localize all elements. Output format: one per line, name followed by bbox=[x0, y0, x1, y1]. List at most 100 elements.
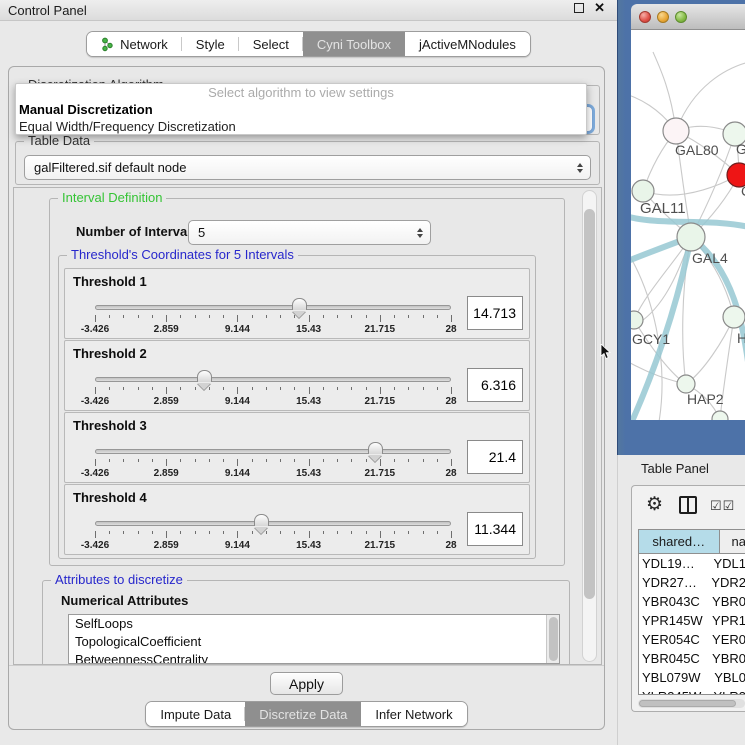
tick-label: 28 bbox=[445, 396, 456, 407]
threshold-slider[interactable] bbox=[95, 449, 451, 455]
float-window-icon[interactable] bbox=[574, 3, 584, 13]
number-of-intervals-label: Number of Intervals bbox=[76, 224, 198, 239]
list-scrollbar[interactable] bbox=[546, 615, 559, 663]
tab-discretize-data[interactable]: Discretize Data bbox=[245, 702, 361, 726]
control-panel-titlebar: Control Panel ✕ bbox=[0, 0, 617, 21]
slider-track[interactable] bbox=[95, 305, 451, 310]
tab-label: Network bbox=[120, 37, 168, 52]
tick-label: 21.715 bbox=[365, 468, 396, 479]
network-window-titlebar[interactable] bbox=[631, 4, 745, 30]
network-edge[interactable] bbox=[643, 175, 739, 195]
tick bbox=[351, 387, 352, 390]
dropdown-placeholder-item[interactable]: Select algorithm to view settings bbox=[16, 84, 586, 101]
tick bbox=[109, 387, 110, 390]
settings-vertical-scrollbar[interactable] bbox=[582, 190, 597, 662]
tick-label: 21.715 bbox=[365, 540, 396, 551]
list-item[interactable]: SelfLoops bbox=[69, 615, 559, 633]
scrollbar-thumb[interactable] bbox=[639, 700, 736, 707]
minimize-traffic-light-icon[interactable] bbox=[657, 11, 669, 23]
tick bbox=[437, 531, 438, 534]
close-icon[interactable]: ✕ bbox=[594, 3, 605, 13]
slider-thumb[interactable] bbox=[254, 514, 269, 526]
slider-track[interactable] bbox=[95, 449, 451, 454]
dropdown-option-manual[interactable]: Manual Discretization bbox=[16, 101, 586, 118]
slider-track[interactable] bbox=[95, 377, 451, 382]
network-graph[interactable]: GAL80GACGAL11GAL4GCY1HHAP2 bbox=[631, 30, 745, 420]
zoom-traffic-light-icon[interactable] bbox=[675, 11, 687, 23]
table-row[interactable]: YBR043CYBR0 bbox=[639, 592, 745, 611]
network-node-gal80[interactable] bbox=[663, 118, 689, 144]
tab-infer-network[interactable]: Infer Network bbox=[361, 702, 466, 726]
split-columns-icon[interactable] bbox=[679, 496, 697, 514]
top-tab-bar: Network StyleSelect Cyni Toolbox jActiveMNo… bbox=[0, 31, 617, 57]
list-item[interactable]: BetweennessCentrality bbox=[69, 651, 559, 664]
threshold-slider[interactable] bbox=[95, 305, 451, 311]
tab-style[interactable]: Style bbox=[182, 32, 239, 56]
column-header-shared[interactable]: shared… bbox=[639, 530, 720, 553]
table-row[interactable]: YER054CYER0 bbox=[639, 630, 745, 649]
node-label: GAL4 bbox=[692, 250, 728, 266]
threshold-slider[interactable] bbox=[95, 521, 451, 527]
slider-tick-labels: -3.4262.8599.14415.4321.71528 bbox=[95, 396, 451, 408]
node-attribute-table[interactable]: shared… na YDL19…YDL1YDR27…YDR2YBR043CYB… bbox=[638, 529, 745, 695]
list-item[interactable]: TopologicalCoefficient bbox=[69, 633, 559, 651]
tick bbox=[451, 531, 452, 538]
tick-label: -3.426 bbox=[81, 324, 109, 335]
network-edge[interactable] bbox=[676, 62, 745, 131]
network-view[interactable]: GAL80GACGAL11GAL4GCY1HHAP2 bbox=[631, 30, 745, 420]
gear-icon[interactable]: ⚙ bbox=[646, 493, 663, 516]
numerical-attributes-list[interactable]: SelfLoopsTopologicalCoefficientBetweenne… bbox=[68, 614, 560, 664]
table-row[interactable]: YPR145WYPR1 bbox=[639, 611, 745, 630]
table-row[interactable]: YLR345WYLR3 bbox=[639, 687, 745, 695]
checkbox-columns-icon[interactable]: ☑☑ bbox=[710, 498, 735, 514]
tick bbox=[451, 459, 452, 466]
node-label: HAP2 bbox=[687, 391, 724, 407]
tick bbox=[138, 531, 139, 534]
threshold-value-input[interactable]: 14.713 bbox=[467, 296, 523, 330]
slider-thumb[interactable] bbox=[197, 370, 212, 382]
network-node-gcy1[interactable] bbox=[631, 311, 643, 329]
slider-ticks bbox=[95, 459, 451, 467]
apply-button[interactable]: Apply bbox=[270, 672, 343, 695]
threshold-value-input[interactable]: 21.4 bbox=[467, 440, 523, 474]
tick-label: 2.859 bbox=[154, 540, 179, 551]
network-node-h[interactable] bbox=[723, 306, 745, 328]
column-header-name[interactable]: na bbox=[720, 530, 745, 553]
number-of-intervals-combobox[interactable]: 5 bbox=[188, 220, 431, 245]
network-node-gal11[interactable] bbox=[632, 180, 654, 202]
table-row[interactable]: YDL19…YDL1 bbox=[639, 554, 745, 573]
cell-shared-name: YBR045C bbox=[639, 649, 709, 668]
cell-name: YDL1 bbox=[710, 554, 745, 573]
tab-network[interactable]: Network bbox=[87, 32, 182, 56]
threshold-value-input[interactable]: 11.344 bbox=[467, 512, 523, 546]
table-row[interactable]: YBR045CYBR0 bbox=[639, 649, 745, 668]
tick bbox=[166, 315, 167, 322]
tick bbox=[95, 459, 96, 466]
tick-label: 9.144 bbox=[225, 396, 250, 407]
tab-jactivemnodules[interactable]: jActiveMNodules bbox=[405, 32, 530, 56]
tab-label: Cyni Toolbox bbox=[317, 37, 391, 52]
close-traffic-light-icon[interactable] bbox=[639, 11, 651, 23]
slider-thumb[interactable] bbox=[292, 298, 307, 310]
tick bbox=[138, 459, 139, 462]
threshold-value-input[interactable]: 6.316 bbox=[467, 368, 523, 402]
tab-cyni-toolbox[interactable]: Cyni Toolbox bbox=[303, 32, 405, 56]
tab-impute-data[interactable]: Impute Data bbox=[146, 702, 245, 726]
scrollbar-thumb[interactable] bbox=[584, 209, 595, 599]
table-data-combobox[interactable]: galFiltered.sif default node bbox=[24, 155, 591, 180]
table-row[interactable]: YDR27…YDR2 bbox=[639, 573, 745, 592]
table-horizontal-scrollbar[interactable] bbox=[638, 699, 745, 708]
threshold-slider[interactable] bbox=[95, 377, 451, 383]
slider-track[interactable] bbox=[95, 521, 451, 526]
tab-label: Discretize Data bbox=[259, 707, 347, 722]
tick bbox=[95, 315, 96, 322]
table-row[interactable]: YBL079WYBL0 bbox=[639, 668, 745, 687]
network-edge[interactable] bbox=[686, 317, 734, 384]
tab-select[interactable]: Select bbox=[239, 32, 303, 56]
slider-tick-labels: -3.4262.8599.14415.4321.71528 bbox=[95, 324, 451, 336]
slider-thumb[interactable] bbox=[368, 442, 383, 454]
tick bbox=[195, 315, 196, 318]
dropdown-option-equal-width[interactable]: Equal Width/Frequency Discretization bbox=[16, 118, 586, 135]
network-node[interactable] bbox=[712, 411, 728, 420]
network-node-gal4[interactable] bbox=[677, 223, 705, 251]
